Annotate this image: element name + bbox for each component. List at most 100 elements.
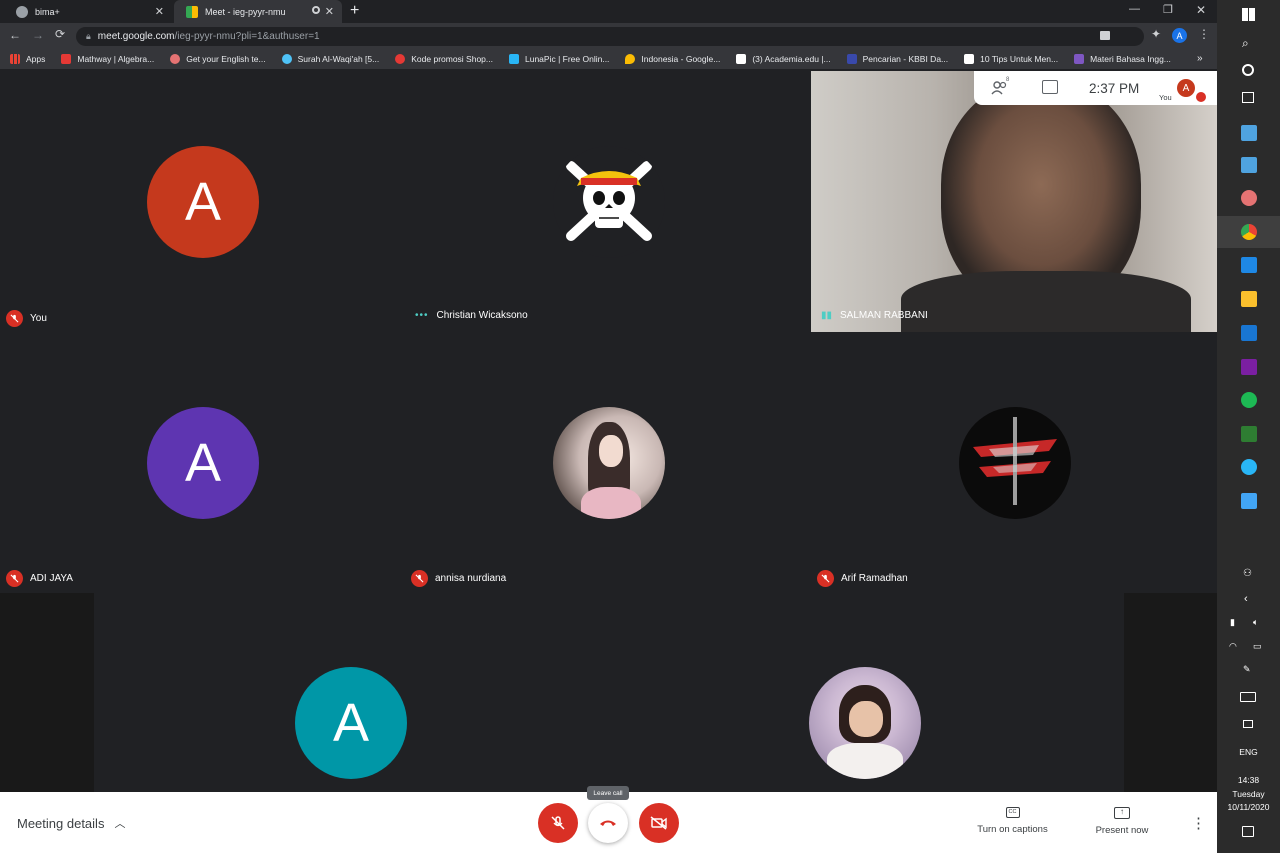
- bookmark-item[interactable]: Mathway | Algebra...: [61, 54, 154, 64]
- bookmark-favicon: [61, 54, 72, 64]
- new-tab-button[interactable]: +: [350, 2, 359, 20]
- chrome-icon[interactable]: [1241, 224, 1257, 240]
- reload-icon[interactable]: ⟳: [55, 27, 65, 41]
- meet-controls-bar: Meeting details ︿ CC Turn on captions ↑ …: [0, 792, 1217, 853]
- participant-tile[interactable]: A ADI JAYA: [0, 332, 405, 592]
- bookmark-item[interactable]: Get your English te...: [170, 54, 266, 64]
- task-view-icon[interactable]: [1242, 92, 1254, 103]
- tab-bima[interactable]: bima+ ✕: [4, 0, 172, 23]
- participant-video-tile[interactable]: ▮▮ SALMAN RABBANI: [811, 71, 1217, 332]
- participant-tile[interactable]: [609, 593, 1124, 792]
- participant-tile[interactable]: ••• Christian Wicaksono: [405, 71, 811, 332]
- clock-time[interactable]: 14:38: [1217, 775, 1280, 785]
- menu-icon[interactable]: ⋮: [1198, 27, 1210, 41]
- self-avatar[interactable]: A: [1177, 79, 1195, 97]
- participant-tile-you[interactable]: A You: [0, 71, 405, 332]
- participant-name-row: You: [6, 310, 47, 327]
- meeting-details-label: Meeting details: [17, 815, 105, 831]
- participant-tile[interactable]: annisa nurdiana: [405, 332, 811, 592]
- bookmark-item[interactable]: Pencarian - KBBI Da...: [846, 54, 948, 64]
- participant-tile[interactable]: Arif Ramadhan: [811, 332, 1217, 592]
- bookmark-item[interactable]: 10 Tips Untuk Men...: [964, 54, 1058, 64]
- telegram-icon[interactable]: [1241, 459, 1257, 475]
- spotify-icon[interactable]: [1241, 392, 1257, 408]
- bookmark-item[interactable]: Kode promosi Shop...: [395, 54, 493, 64]
- participant-name: Christian Wicaksono: [436, 310, 528, 321]
- volume-icon[interactable]: 🔈︎: [1253, 617, 1258, 628]
- pen-icon[interactable]: ✎: [1243, 664, 1251, 675]
- camera-app-icon[interactable]: [1241, 125, 1257, 141]
- chat-icon[interactable]: [1042, 80, 1058, 94]
- mic-off-icon: [411, 570, 428, 587]
- action-center-icon[interactable]: [1242, 826, 1254, 837]
- camera-icon[interactable]: [1100, 31, 1110, 40]
- leave-call-button[interactable]: [588, 803, 628, 843]
- mic-toggle-button[interactable]: [538, 803, 578, 843]
- forward-icon[interactable]: →: [32, 28, 44, 42]
- participant-tile[interactable]: A: [94, 593, 609, 792]
- search-icon[interactable]: ⌕: [1242, 36, 1249, 51]
- word-icon[interactable]: [1241, 325, 1257, 341]
- teamviewer-icon[interactable]: [1241, 257, 1257, 273]
- wifi-icon[interactable]: ◠: [1229, 641, 1237, 652]
- minimize-button[interactable]: —: [1129, 3, 1140, 15]
- usb-icon[interactable]: ▮: [1230, 617, 1235, 628]
- close-window-button[interactable]: ✕: [1196, 3, 1206, 17]
- chevron-left-icon[interactable]: ‹: [1244, 593, 1248, 605]
- extensions-icon[interactable]: ✦: [1151, 27, 1161, 41]
- calculator-icon[interactable]: [1241, 157, 1257, 173]
- present-label: Present now: [1095, 825, 1149, 836]
- display-icon[interactable]: [1243, 720, 1253, 728]
- profile-photo-avatar: [809, 667, 921, 779]
- recording-icon: [312, 6, 320, 14]
- keyboard-icon[interactable]: [1240, 692, 1256, 702]
- bookmark-favicon: [964, 54, 975, 64]
- face-shape: [849, 701, 883, 737]
- cortana-icon[interactable]: [1242, 64, 1254, 76]
- participant-name-row: ▮▮ SALMAN RABBANI: [821, 310, 928, 321]
- tab-label: bima+: [35, 6, 60, 17]
- battery-icon[interactable]: ▭: [1253, 641, 1262, 652]
- address-bar[interactable]: 🔒︎ meet.google.com /ieg-pyyr-nmu?pli=1&a…: [76, 27, 1144, 46]
- excel-icon[interactable]: [1241, 426, 1257, 442]
- onenote-icon[interactable]: [1241, 359, 1257, 375]
- camera-toggle-button[interactable]: [639, 803, 679, 843]
- bookmark-item[interactable]: LunaPic | Free Onlin...: [509, 54, 609, 64]
- bookmark-item[interactable]: Surah Al-Waqi'ah [5...: [281, 54, 379, 64]
- person-shirt: [901, 271, 1191, 332]
- close-icon[interactable]: ✕: [155, 5, 164, 18]
- hang-up-icon: [600, 820, 616, 826]
- language-indicator[interactable]: ENG: [1217, 747, 1280, 757]
- close-icon[interactable]: ✕: [325, 5, 334, 18]
- participant-name: annisa nurdiana: [435, 573, 507, 584]
- mic-off-icon: [1196, 92, 1206, 102]
- url-host: meet.google.com: [97, 31, 175, 42]
- bookmark-item[interactable]: Indonesia - Google...: [625, 54, 720, 64]
- photos-icon[interactable]: [1241, 493, 1257, 509]
- bookmark-favicon: [509, 54, 519, 64]
- present-now-button[interactable]: ↑ Present now: [1090, 807, 1154, 836]
- captions-button[interactable]: CC Turn on captions: [975, 807, 1050, 835]
- bookmark-item[interactable]: Materi Bahasa Ingg...: [1074, 54, 1171, 64]
- leave-call-tooltip: Leave call: [587, 786, 629, 800]
- restore-button[interactable]: ❐: [1163, 3, 1173, 16]
- avatar: A: [295, 667, 407, 779]
- lock-icon: 🔒︎: [86, 31, 91, 41]
- bookmark-item[interactable]: (3) Academia.edu |...: [736, 54, 831, 64]
- back-icon[interactable]: ←: [9, 28, 21, 42]
- tab-meet[interactable]: Meet - ieg-pyyr-nmu ✕: [174, 0, 342, 23]
- tab-label: Meet - ieg-pyyr-nmu: [205, 6, 286, 17]
- bookmark-favicon: [395, 54, 406, 64]
- maps-pin-icon: [625, 54, 636, 64]
- more-options-icon[interactable]: ⋮: [1191, 814, 1206, 832]
- windows-start-icon[interactable]: [1242, 8, 1255, 21]
- avatar: A: [147, 146, 259, 258]
- paint-icon[interactable]: [1241, 190, 1257, 206]
- bookmark-apps[interactable]: Apps: [10, 54, 45, 64]
- people-icon[interactable]: ⚇: [1243, 568, 1252, 579]
- meeting-details-button[interactable]: Meeting details ︿: [17, 815, 125, 831]
- file-explorer-icon[interactable]: [1241, 291, 1257, 307]
- profile-avatar[interactable]: A: [1172, 28, 1187, 43]
- speaking-dots-icon: •••: [415, 310, 429, 321]
- bookmarks-overflow[interactable]: »: [1197, 53, 1203, 64]
